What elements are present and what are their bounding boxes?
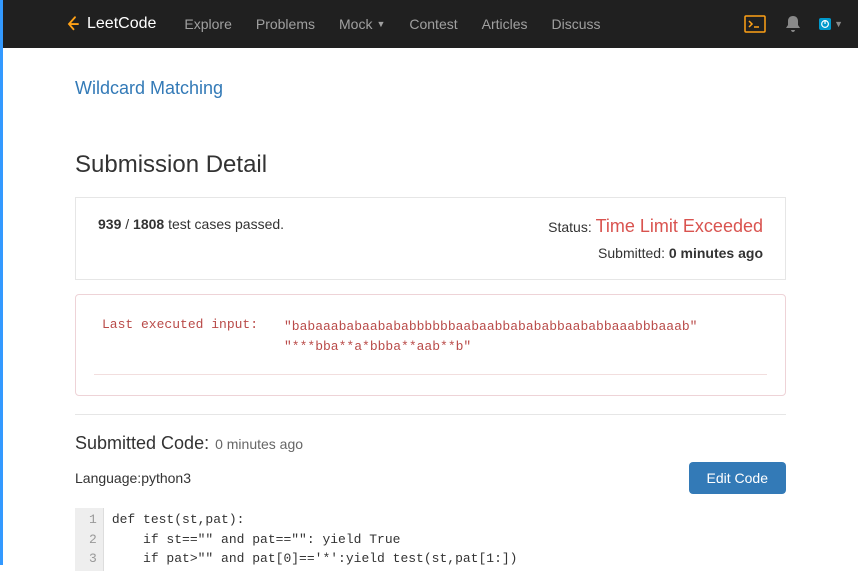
summary-box: 939 / 1808 test cases passed. Status: Ti… (75, 197, 786, 280)
nav-problems[interactable]: Problems (256, 16, 315, 32)
nav-articles[interactable]: Articles (482, 16, 528, 32)
submitted-label: Submitted: (598, 245, 669, 261)
code-title: Submitted Code: (75, 433, 209, 454)
status-value: Time Limit Exceeded (596, 216, 763, 236)
power-menu[interactable]: ▼ (819, 12, 843, 36)
code-header: Submitted Code: 0 minutes ago (75, 433, 786, 454)
leetcode-logo-icon (63, 15, 81, 33)
main-nav: Explore Problems Mock▼ Contest Articles … (184, 16, 600, 32)
logo[interactable]: LeetCode (63, 15, 156, 33)
language-line: Language: python3 Edit Code (75, 462, 786, 494)
language-value: python3 (141, 470, 191, 486)
chevron-down-icon: ▼ (376, 19, 385, 29)
nav-explore[interactable]: Explore (184, 16, 231, 32)
bell-icon[interactable] (781, 12, 805, 36)
testcase-summary: 939 / 1808 test cases passed. (98, 216, 284, 232)
submitted-time: 0 minutes ago (669, 245, 763, 261)
nav-mock[interactable]: Mock▼ (339, 16, 385, 32)
playground-icon[interactable] (743, 12, 767, 36)
error-label: Last executed input: (94, 317, 284, 356)
brand-text: LeetCode (87, 15, 156, 33)
line-gutter: 123 (75, 508, 104, 571)
problem-link[interactable]: Wildcard Matching (75, 78, 223, 98)
page-title: Submission Detail (75, 151, 786, 179)
chevron-down-icon: ▼ (834, 19, 843, 29)
code-time: 0 minutes ago (215, 436, 303, 452)
error-box: Last executed input: "babaaababaabababbb… (75, 294, 786, 396)
error-value: "babaaababaabababbbbbbaabaabbabababbaaba… (284, 317, 697, 356)
topbar: LeetCode Explore Problems Mock▼ Contest … (3, 0, 858, 48)
nav-contest[interactable]: Contest (409, 16, 457, 32)
edit-code-button[interactable]: Edit Code (689, 462, 786, 494)
nav-discuss[interactable]: Discuss (552, 16, 601, 32)
code-block: 123 def test(st,pat): if st=="" and pat=… (75, 508, 786, 571)
divider (75, 414, 786, 415)
status-block: Status: Time Limit Exceeded Submitted: 0… (548, 216, 763, 261)
code-lines: def test(st,pat): if st=="" and pat=="":… (104, 508, 526, 571)
status-label: Status: (548, 219, 595, 235)
content: Wildcard Matching Submission Detail 939 … (3, 48, 858, 571)
